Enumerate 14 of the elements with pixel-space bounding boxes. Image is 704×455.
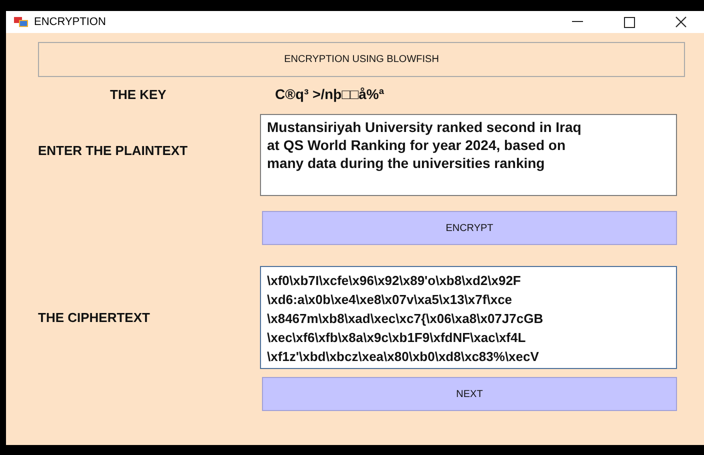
key-label: THE KEY [110, 86, 168, 102]
ciphertext-field[interactable]: \xf0\xb7I\xcfe\x96\x92\x89'o\xb8\xd2\x92F \xd6:a\x0b\xe4\xe8\x07v\xa5\x13\x7f\xce \x8467m\xb8\xad\xec\xc7{\x06\xa8\x07J7cGB \xec\xf6\xfb\x8a\x9c\xb1F9\xfdNF\xac\xf4L \xf1z'\xbd\xbcz\xea\x80\xb0\xd8\xc83%\xecV [260, 266, 677, 369]
title-banner: ENCRYPTION USING BLOWFISH [38, 42, 685, 77]
maximize-icon[interactable] [624, 16, 634, 28]
next-button[interactable]: NEXT [262, 377, 677, 411]
minimize-icon[interactable] [572, 21, 582, 23]
ciphertext-label: THE CIPHERTEXT [38, 310, 151, 325]
plaintext-label: ENTER THE PLAINTEXT [38, 143, 189, 158]
close-icon[interactable] [675, 16, 687, 28]
window-title: ENCRYPTION [34, 16, 107, 28]
app-icon [14, 16, 28, 28]
key-value: C®q³ >/nþ□□å%ª [275, 86, 384, 102]
encrypt-button[interactable]: ENCRYPT [262, 211, 677, 245]
plaintext-field[interactable]: Mustansiriyah University ranked second in Iraq at QS World Ranking for year 2024, based on many data during the universities ranking [260, 114, 677, 196]
